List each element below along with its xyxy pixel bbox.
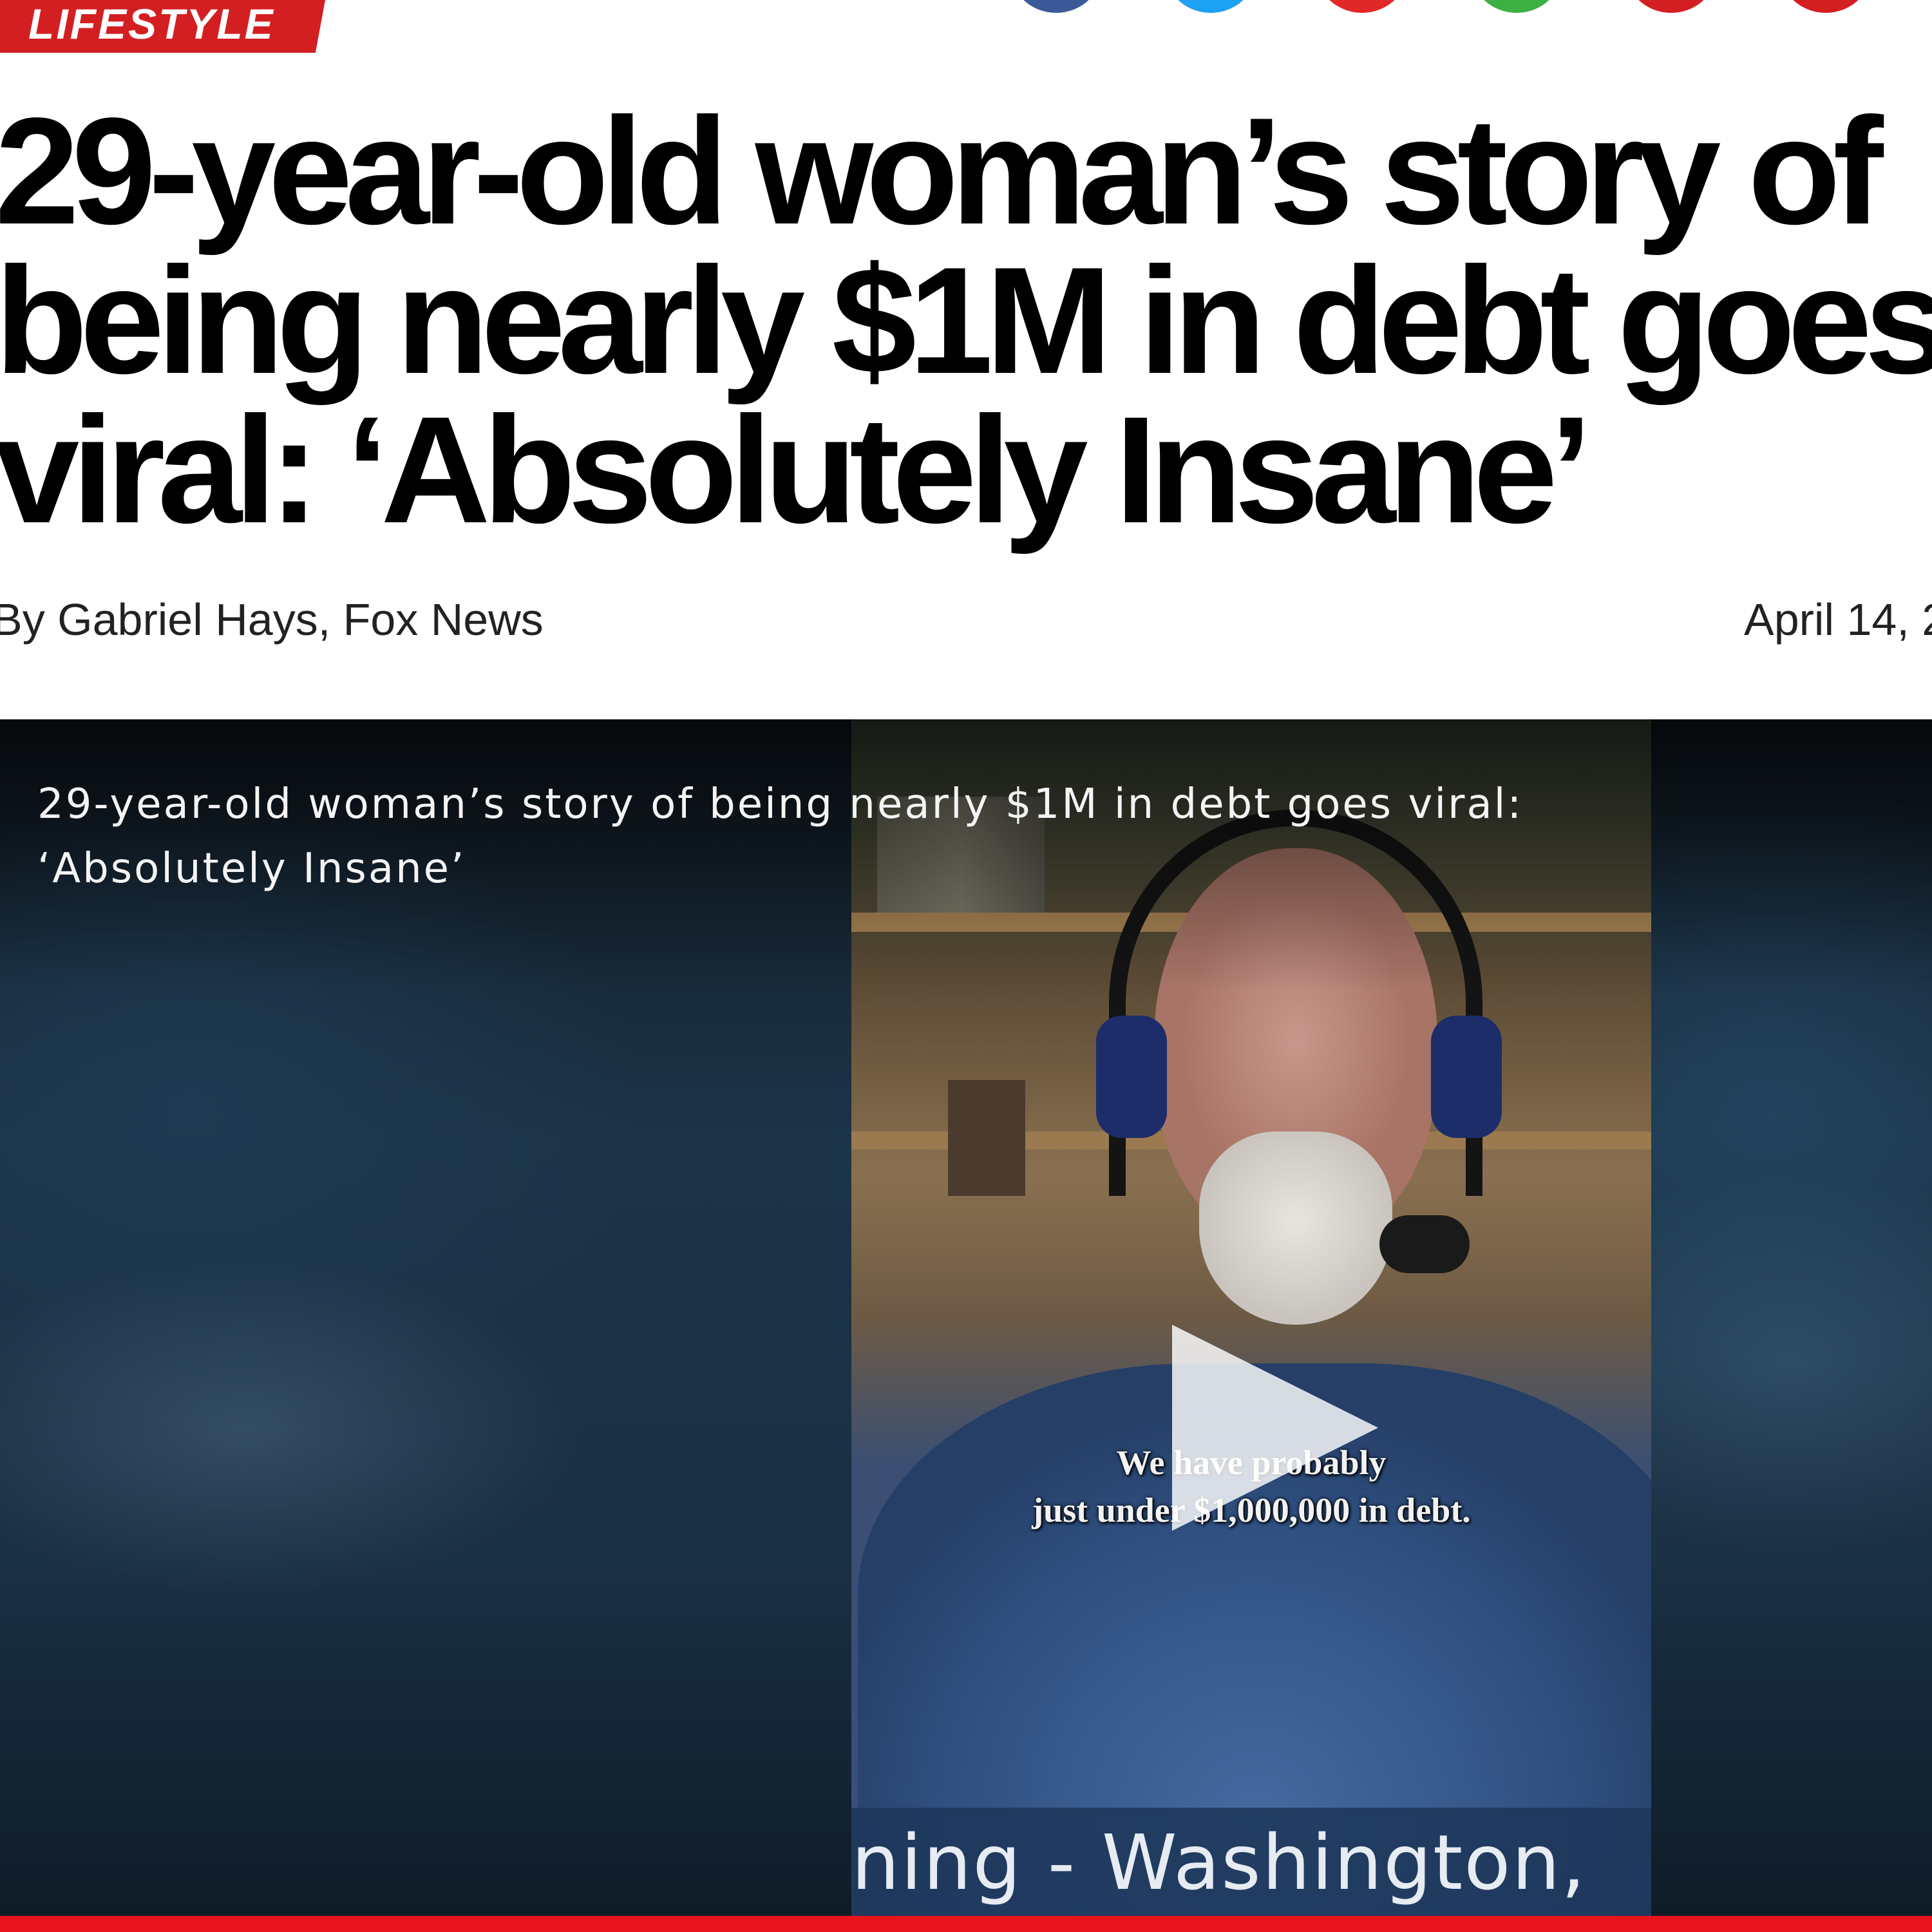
- play-button[interactable]: [1172, 1325, 1378, 1531]
- microphone-icon: [1379, 1215, 1470, 1273]
- ticker-text: ning - Washington,: [851, 1818, 1587, 1907]
- category-label: LIFESTYLE: [28, 0, 275, 48]
- video-player[interactable]: We have probably just under $1,000,000 i…: [0, 719, 1932, 1916]
- news-ticker: ning - Washington,: [851, 1808, 1651, 1916]
- video-progress-fill: [0, 1916, 1932, 1932]
- video-title: 29-year-old woman’s story of being nearl…: [37, 781, 1523, 893]
- flipboard-icon[interactable]: [1317, 0, 1407, 13]
- facebook-icon[interactable]: [1011, 0, 1101, 13]
- twitter-icon[interactable]: [1166, 0, 1256, 13]
- category-tag[interactable]: LIFESTYLE: [0, 0, 325, 53]
- print-icon[interactable]: [1626, 0, 1716, 13]
- article-byline[interactable]: By Gabriel Hays, Fox News: [0, 594, 544, 645]
- article-headline: 29-year-old woman’s story of being nearl…: [0, 86, 1932, 555]
- video-progress-bar[interactable]: [0, 1916, 1932, 1932]
- studio-equipment: [948, 1080, 1025, 1196]
- article-date: April 14, 2023: [1744, 594, 1932, 645]
- play-icon: [1172, 1325, 1378, 1531]
- email-icon[interactable]: [1781, 0, 1871, 13]
- headset-earcup: [1096, 1016, 1167, 1138]
- article-page: LIFESTYLE 29-year-old woman’s story of b…: [0, 0, 1932, 1932]
- headset-earcup: [1431, 1016, 1502, 1138]
- comments-icon[interactable]: [1472, 0, 1562, 13]
